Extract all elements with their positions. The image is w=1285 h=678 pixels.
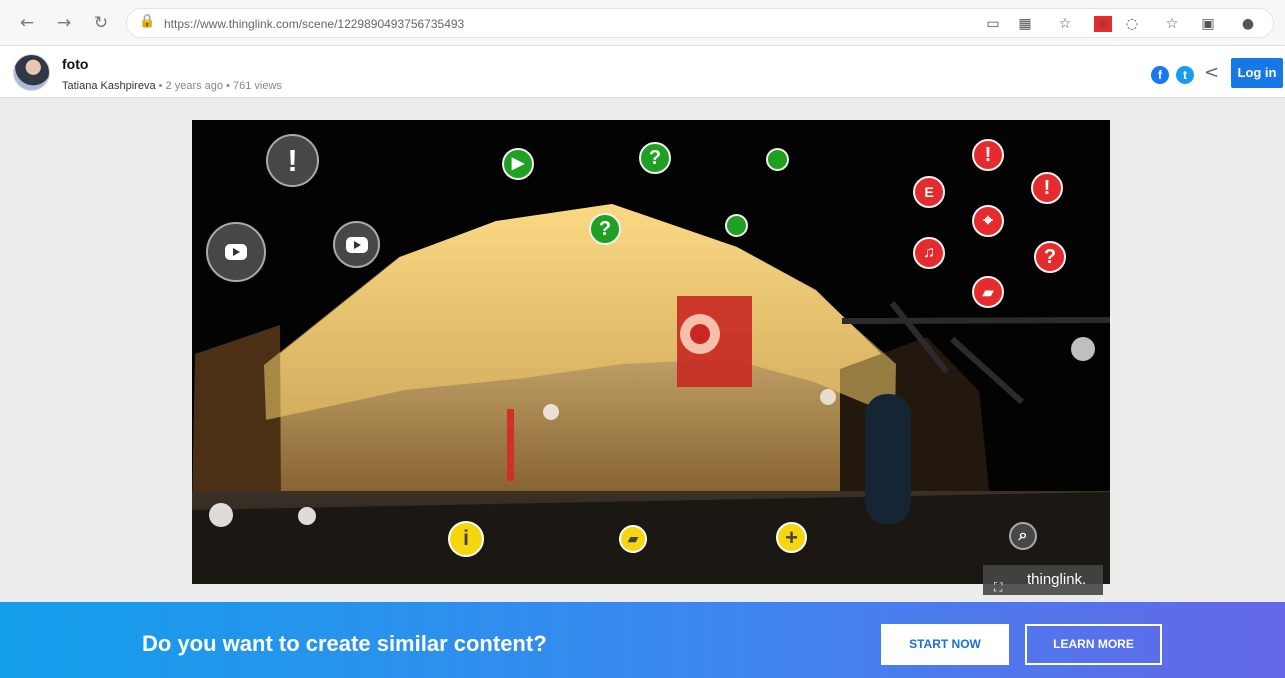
scene-header: foto Tatiana Kashpireva • 2 years ago • … <box>0 46 1285 98</box>
favorite-icon[interactable]: ☆ <box>1056 16 1074 32</box>
reader-mode-icon[interactable]: ▭ <box>984 16 1002 32</box>
red-exclamation-icon[interactable]: ! <box>972 139 1004 171</box>
thinglink-logo: thinglink. <box>1027 571 1087 588</box>
question-hotspot-icon[interactable]: ? <box>639 142 671 174</box>
play-hotspot-icon[interactable]: ▶ <box>502 148 534 180</box>
text-hotspot-icon[interactable]: E <box>913 176 945 208</box>
create-content-banner: Do you want to create similar content? S… <box>0 602 1285 678</box>
browser-extension-icon[interactable]: ◌ <box>1123 16 1141 32</box>
share-icon[interactable]: < <box>1204 62 1219 83</box>
facebook-icon[interactable]: f <box>1151 66 1169 84</box>
view-count: 761 views <box>233 80 282 92</box>
scene-meta: Tatiana Kashpireva • 2 years ago • 761 v… <box>62 80 282 92</box>
lock-icon: 🔒 <box>139 14 156 29</box>
post-age: 2 years ago <box>165 80 224 92</box>
night-building-photo <box>192 120 1110 584</box>
music-hotspot-icon[interactable]: ♫ <box>913 237 945 269</box>
exclamation-hotspot-icon[interactable]: ! <box>266 134 319 187</box>
profile-icon[interactable]: ● <box>1239 16 1257 32</box>
back-icon[interactable]: ← <box>18 14 36 32</box>
yellow-book-hotspot-icon[interactable]: ▰ <box>619 525 647 553</box>
red-question-icon[interactable]: ? <box>1034 241 1066 273</box>
author-name[interactable]: Tatiana Kashpireva <box>62 80 156 92</box>
separator: • <box>158 80 166 92</box>
question-hotspot-icon-2[interactable]: ? <box>589 213 621 245</box>
scene-title: foto <box>62 56 89 72</box>
forward-icon[interactable]: → <box>55 14 73 32</box>
address-bar[interactable]: 🔒 https://www.thinglink.com/scene/122989… <box>126 8 1274 38</box>
info-hotspot-icon[interactable]: i <box>448 521 484 557</box>
twitter-icon[interactable]: t <box>1176 66 1194 84</box>
red-exclamation-icon-2[interactable]: ! <box>1031 172 1063 204</box>
banner-question: Do you want to create similar content? <box>142 631 547 656</box>
apps-icon[interactable]: ▦ <box>1016 16 1034 32</box>
favorites-icon[interactable]: ☆ <box>1163 16 1181 32</box>
video-hotspot-icon-2[interactable] <box>333 221 380 268</box>
book-hotspot-icon[interactable]: ▰ <box>972 276 1004 308</box>
dot-hotspot-icon[interactable] <box>766 148 789 171</box>
video-hotspot-icon[interactable] <box>206 222 266 282</box>
learn-more-button[interactable]: LEARN MORE <box>1025 624 1162 665</box>
dot-hotspot-icon-2[interactable] <box>725 214 748 237</box>
login-button[interactable]: Log in <box>1231 58 1283 88</box>
fullscreen-icon[interactable]: ⛶ <box>994 572 1002 602</box>
thinglink-credit[interactable]: ⛶ thinglink. <box>983 565 1103 595</box>
author-avatar <box>13 54 50 91</box>
add-hotspot-icon[interactable]: + <box>776 522 807 553</box>
interactive-image-scene[interactable]: ! ▶ ? ? ! ! E ⌖ ♫ ? ▰ i ▰ + ⌕ <box>192 120 1110 584</box>
browser-toolbar: ← → ↻ 🔒 https://www.thinglink.com/scene/… <box>0 0 1285 46</box>
url-text: https://www.thinglink.com/scene/12298904… <box>164 17 465 31</box>
refresh-icon[interactable]: ↻ <box>92 14 110 32</box>
extension-icon[interactable]: ◆ <box>1094 16 1112 32</box>
location-hotspot-icon[interactable]: ⌖ <box>972 205 1004 237</box>
separator: • <box>226 80 234 92</box>
search-hotspot-icon[interactable]: ⌕ <box>1009 522 1037 550</box>
start-now-button[interactable]: START NOW <box>881 624 1009 665</box>
collections-icon[interactable]: ▣ <box>1199 16 1217 32</box>
